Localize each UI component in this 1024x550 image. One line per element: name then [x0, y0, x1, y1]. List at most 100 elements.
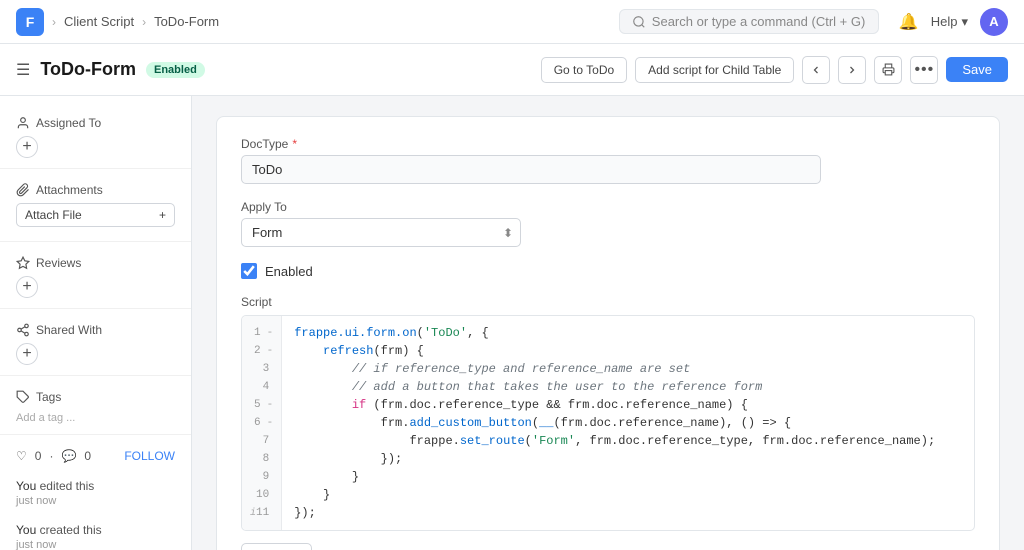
- breadcrumb-chevron-1: ›: [52, 15, 56, 29]
- add-child-table-script-button[interactable]: Add script for Child Table: [635, 57, 794, 83]
- goto-todo-button[interactable]: Go to ToDo: [541, 57, 627, 83]
- page-title: ToDo-Form: [40, 59, 136, 80]
- line-10-num: 10: [242, 486, 281, 504]
- chevron-right-icon: [846, 64, 858, 76]
- print-button[interactable]: [874, 56, 902, 84]
- apply-to-field-group: Apply To Form List Button ⬍: [241, 200, 975, 247]
- line-6-num: 6-: [242, 414, 281, 432]
- expand-button[interactable]: Expand: [241, 543, 312, 550]
- ellipsis-icon: •••: [914, 61, 934, 79]
- reviews-section: Reviews +: [0, 248, 191, 302]
- help-label: Help: [931, 14, 958, 29]
- enabled-checkbox[interactable]: [241, 263, 257, 279]
- code-content[interactable]: frappe.ui.form.on('ToDo', { refresh(frm)…: [282, 316, 974, 530]
- activity-1-you: You: [16, 479, 36, 493]
- user-icon: [16, 116, 30, 130]
- top-nav: F › Client Script › ToDo-Form Search or …: [0, 0, 1024, 44]
- code-editor[interactable]: 1- 2- 3 4 5- 6- 7 8 9 10 i11 frappe: [241, 315, 975, 531]
- tag-icon: [16, 390, 30, 404]
- enabled-label: Enabled: [265, 264, 313, 279]
- sidebar: Assigned To + Attachments Attach File + …: [0, 96, 192, 550]
- divider-1: [0, 168, 191, 169]
- printer-icon: [882, 63, 895, 76]
- divider-2: [0, 241, 191, 242]
- comment-icon: 💬: [61, 449, 76, 463]
- add-assigned-to-button[interactable]: +: [16, 136, 38, 158]
- line-3-num: 3: [242, 360, 281, 378]
- next-record-button[interactable]: [838, 56, 866, 84]
- page-header: ☰ ToDo-Form Enabled Go to ToDo Add scrip…: [0, 44, 1024, 96]
- add-shared-with-button[interactable]: +: [16, 343, 38, 365]
- help-menu[interactable]: Help ▾: [931, 14, 968, 30]
- activity-2-action: created this: [40, 523, 102, 537]
- save-button[interactable]: Save: [946, 57, 1008, 82]
- apply-to-select-wrapper: Form List Button ⬍: [241, 218, 521, 247]
- follow-button[interactable]: FOLLOW: [124, 449, 175, 463]
- enabled-checkbox-row: Enabled: [241, 263, 975, 279]
- add-tag-placeholder[interactable]: Add a tag ...: [16, 412, 75, 424]
- divider-3: [0, 308, 191, 309]
- line-1-num: 1-: [242, 324, 281, 342]
- line-8-num: 8: [242, 450, 281, 468]
- star-icon: [16, 256, 30, 270]
- divider-5: [0, 434, 191, 435]
- header-actions: Go to ToDo Add script for Child Table ••…: [541, 56, 1008, 84]
- search-icon: [632, 15, 646, 29]
- follow-row: ♡ 0 · 💬 0 FOLLOW: [0, 441, 191, 471]
- line-4-num: 4: [242, 378, 281, 396]
- activity-1-action: edited this: [40, 479, 95, 493]
- content-area: DocType * Apply To Form List Button ⬍: [192, 96, 1024, 550]
- divider-4: [0, 375, 191, 376]
- sidebar-toggle-icon[interactable]: ☰: [16, 60, 30, 80]
- line-5-num: 5-: [242, 396, 281, 414]
- status-badge: Enabled: [146, 62, 205, 78]
- script-label: Script: [241, 295, 975, 309]
- apply-to-select[interactable]: Form List Button: [241, 218, 521, 247]
- code-lines: 1- 2- 3 4 5- 6- 7 8 9 10 i11 frappe: [242, 316, 974, 530]
- add-review-button[interactable]: +: [16, 276, 38, 298]
- assigned-to-label: Assigned To: [16, 116, 175, 130]
- activity-item-1: You edited this just now: [0, 471, 191, 515]
- app-logo[interactable]: F: [16, 8, 44, 36]
- likes-count: 0: [35, 449, 42, 463]
- prev-record-button[interactable]: [802, 56, 830, 84]
- line-7-num: 7: [242, 432, 281, 450]
- tags-section: Tags Add a tag ...: [0, 382, 191, 428]
- attach-file-button[interactable]: Attach File +: [16, 203, 175, 227]
- main-layout: Assigned To + Attachments Attach File + …: [0, 96, 1024, 550]
- assigned-to-section: Assigned To +: [0, 108, 191, 162]
- line-numbers: 1- 2- 3 4 5- 6- 7 8 9 10 i11: [242, 316, 282, 530]
- breadcrumb-todo-form[interactable]: ToDo-Form: [154, 14, 219, 29]
- shared-with-section: Shared With +: [0, 315, 191, 369]
- doctype-field-group: DocType *: [241, 137, 975, 184]
- comments-count: 0: [84, 449, 91, 463]
- script-field-group: Script 1- 2- 3 4 5- 6- 7 8 9: [241, 295, 975, 550]
- attachments-label: Attachments: [16, 183, 175, 197]
- activity-1-time: just now: [16, 495, 56, 507]
- doctype-label: DocType *: [241, 137, 975, 151]
- nav-actions: 🔔 Help ▾ A: [899, 8, 1008, 36]
- activity-2-you: You: [16, 523, 36, 537]
- activity-2-time: just now: [16, 539, 56, 550]
- doctype-input[interactable]: [241, 155, 821, 184]
- help-chevron-icon: ▾: [961, 14, 968, 30]
- breadcrumb-client-script[interactable]: Client Script: [64, 14, 134, 29]
- attach-plus-icon: +: [159, 208, 166, 222]
- attachments-section: Attachments Attach File +: [0, 175, 191, 235]
- shared-with-label: Shared With: [16, 323, 175, 337]
- paperclip-icon: [16, 183, 30, 197]
- required-indicator: *: [292, 137, 297, 151]
- form-card: DocType * Apply To Form List Button ⬍: [216, 116, 1000, 550]
- share-icon: [16, 323, 30, 337]
- search-placeholder: Search or type a command (Ctrl + G): [652, 14, 866, 29]
- line-11-num: i11: [242, 504, 281, 522]
- notifications-bell-icon[interactable]: 🔔: [899, 12, 919, 32]
- apply-to-label: Apply To: [241, 200, 975, 214]
- more-options-button[interactable]: •••: [910, 56, 938, 84]
- breadcrumb-chevron-2: ›: [142, 15, 146, 29]
- line-2-num: 2-: [242, 342, 281, 360]
- avatar[interactable]: A: [980, 8, 1008, 36]
- activity-item-2: You created this just now: [0, 515, 191, 550]
- line-9-num: 9: [242, 468, 281, 486]
- search-bar[interactable]: Search or type a command (Ctrl + G): [619, 9, 879, 34]
